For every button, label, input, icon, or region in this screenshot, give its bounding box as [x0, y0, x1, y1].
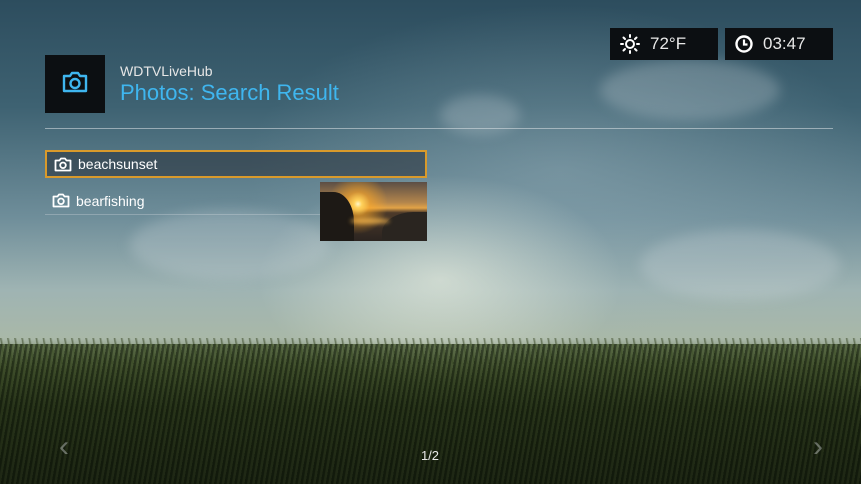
- camera-icon: [52, 193, 70, 208]
- camera-icon: [61, 70, 89, 99]
- cloud: [130, 210, 330, 280]
- clock-widget: 03:47: [725, 28, 833, 60]
- cloud: [640, 230, 840, 300]
- list-item-beachsunset[interactable]: beachsunset: [45, 150, 427, 178]
- page-title: Photos: Search Result: [120, 80, 339, 105]
- temperature-text: 72°F: [650, 34, 687, 53]
- list-item-label: beachsunset: [78, 156, 158, 172]
- screen: 72°F 03:47 WDTVLiveHub Photos: Search Re…: [0, 0, 861, 484]
- camera-icon: [54, 157, 72, 172]
- app-name: WDTVLiveHub: [120, 63, 213, 79]
- section-icon-box: [45, 55, 105, 113]
- page-indicator: 1/2: [420, 448, 440, 463]
- photo-preview-thumbnail: [320, 182, 427, 241]
- time-text: 03:47: [763, 34, 806, 53]
- sun-icon: [620, 34, 640, 54]
- chevron-left-icon[interactable]: ‹: [54, 432, 74, 462]
- header-divider: [45, 128, 833, 129]
- clock-icon: [735, 35, 753, 53]
- thumbnail-reflection: [350, 218, 390, 224]
- cloud: [600, 60, 780, 120]
- thumbnail-rock: [320, 192, 354, 241]
- grass-foreground: [0, 344, 861, 484]
- chevron-right-icon[interactable]: ›: [808, 432, 828, 462]
- cloud: [440, 95, 520, 135]
- weather-widget: 72°F: [610, 28, 718, 60]
- thumbnail-rock: [382, 212, 427, 241]
- list-item-label: bearfishing: [76, 192, 145, 209]
